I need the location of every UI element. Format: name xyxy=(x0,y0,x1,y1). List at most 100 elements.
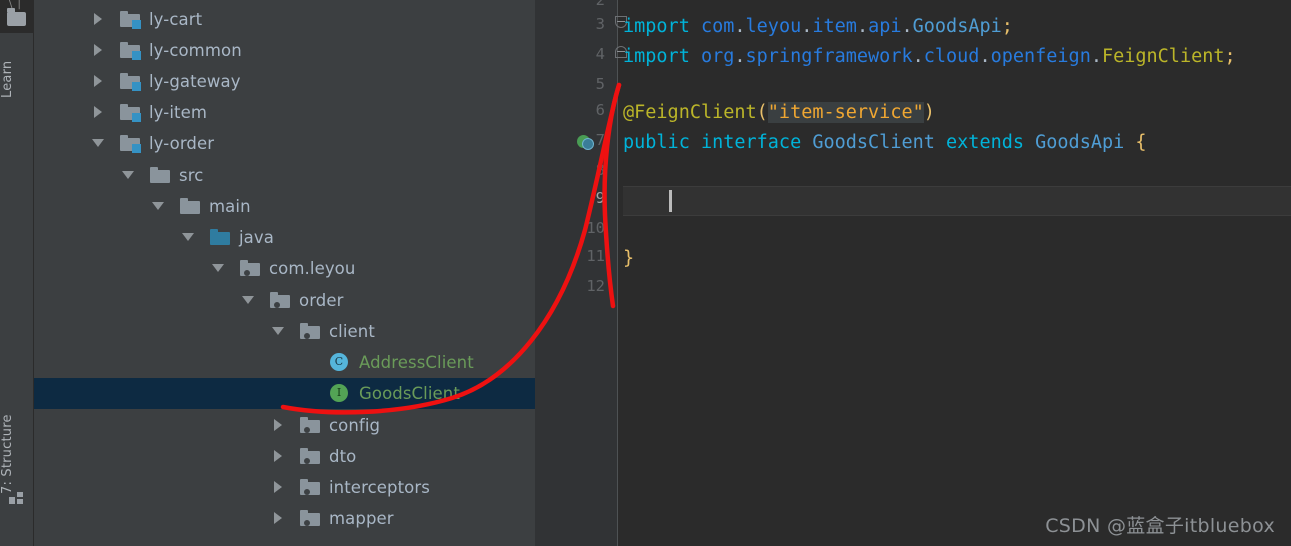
current-line-highlight xyxy=(623,186,1291,216)
folder-icon xyxy=(180,198,200,214)
code-token: } xyxy=(623,248,635,269)
code-token: leyou xyxy=(745,16,802,37)
tree-row-client[interactable]: client xyxy=(34,316,535,347)
code-token: api xyxy=(868,16,902,37)
tree-row-label: src xyxy=(179,166,204,185)
tree-row-order[interactable]: order xyxy=(34,285,535,316)
tree-row-label: order xyxy=(299,291,344,310)
code-line: public interface GoodsClient extends Goo… xyxy=(623,128,1291,158)
source-root-folder-icon xyxy=(210,229,230,245)
line-number: 6 xyxy=(595,101,605,119)
ide-window: \ | Learn 7: Structure ly-cart ly-common l… xyxy=(0,0,1291,546)
tree-row-ly-gateway[interactable]: ly-gateway xyxy=(34,66,535,97)
tree-row-label: interceptors xyxy=(329,478,430,497)
structure-blocks-icon xyxy=(9,492,24,505)
code-token: import xyxy=(623,46,690,67)
tree-row-ly-item[interactable]: ly-item xyxy=(34,97,535,128)
code-token: { xyxy=(1135,132,1147,153)
code-token: . xyxy=(734,16,746,37)
tree-row-main[interactable]: main xyxy=(34,191,535,222)
text-caret xyxy=(669,190,672,212)
left-tool-strip: \ | Learn 7: Structure xyxy=(0,0,34,546)
tree-row-interceptors[interactable]: interceptors xyxy=(34,472,535,503)
chevron-down-icon[interactable] xyxy=(272,327,284,335)
code-token: cloud xyxy=(923,46,980,67)
structure-tab-label: 7: Structure xyxy=(0,414,15,494)
project-tree-panel[interactable]: ly-cart ly-common ly-gateway ly-item ly-orde… xyxy=(34,0,535,546)
editor-gutter[interactable]: 2 3 4 5 6 7 8 9 10 11 12 xyxy=(535,0,627,546)
line-number: 7 xyxy=(595,131,605,149)
chevron-right-icon[interactable] xyxy=(94,75,102,87)
chevron-right-icon[interactable] xyxy=(274,419,282,431)
chevron-down-icon[interactable] xyxy=(212,264,224,272)
code-token: . xyxy=(801,16,813,37)
tree-row-dto[interactable]: dto xyxy=(34,441,535,472)
chevron-down-icon[interactable] xyxy=(92,139,104,147)
tree-row-ly-common[interactable]: ly-common xyxy=(34,35,535,66)
tree-row-label: com.leyou xyxy=(269,259,356,278)
code-token: . xyxy=(901,16,913,37)
code-token: openfeign xyxy=(990,46,1091,67)
tree-row-java[interactable]: java xyxy=(34,222,535,253)
chevron-right-icon[interactable] xyxy=(274,450,282,462)
package-folder-icon xyxy=(240,260,260,276)
line-number: 8 xyxy=(595,161,605,179)
package-folder-icon xyxy=(300,479,320,495)
chevron-right-icon[interactable] xyxy=(94,44,102,56)
code-token: item xyxy=(812,16,857,37)
chevron-down-icon[interactable] xyxy=(122,171,134,179)
tree-row-label: main xyxy=(209,197,251,216)
code-token: "item-service" xyxy=(767,102,924,123)
sidebar-item-learn[interactable]: Learn xyxy=(0,46,33,136)
line-number: 10 xyxy=(586,219,605,237)
project-tool-button[interactable]: \ | xyxy=(0,0,33,33)
tree-row-label: ly-common xyxy=(149,41,242,60)
tree-row-label: dto xyxy=(329,447,357,466)
line-number: 11 xyxy=(586,247,605,265)
code-editor[interactable]: 2 3 4 5 6 7 8 9 10 11 12 import com.leyou.item.api… xyxy=(535,0,1291,546)
code-token: ; xyxy=(1224,46,1236,67)
package-folder-icon xyxy=(300,510,320,526)
code-token: public xyxy=(623,132,690,153)
tree-row-ly-order[interactable]: ly-order xyxy=(34,128,535,159)
line-number: 9 xyxy=(595,189,605,207)
code-token: springframework xyxy=(745,46,913,67)
tree-row-src[interactable]: src xyxy=(34,160,535,191)
code-text-area[interactable]: import com.leyou.item.api.GoodsApi; impor… xyxy=(623,0,1291,546)
line-number: 4 xyxy=(595,45,605,63)
chevron-right-icon[interactable] xyxy=(274,512,282,524)
tree-row-com-leyou[interactable]: com.leyou xyxy=(34,253,535,284)
code-line: import com.leyou.item.api.GoodsApi; xyxy=(623,12,1291,42)
code-token: @FeignClient xyxy=(623,102,757,123)
code-line: } xyxy=(623,244,1291,274)
chevron-down-icon[interactable] xyxy=(242,296,254,304)
code-token: GoodsApi xyxy=(1035,132,1125,153)
chevron-right-icon[interactable] xyxy=(274,481,282,493)
tree-row-mapper[interactable]: mapper xyxy=(34,503,535,534)
module-folder-icon xyxy=(120,104,141,122)
chevron-right-icon[interactable] xyxy=(94,106,102,118)
code-token: interface xyxy=(700,132,802,153)
tree-row-label: java xyxy=(239,228,274,247)
tree-row-config[interactable]: config xyxy=(34,410,535,441)
code-token: FeignClient xyxy=(1101,46,1225,67)
chevron-down-icon[interactable] xyxy=(152,202,164,210)
implemented-method-icon[interactable] xyxy=(577,134,595,150)
tree-row-label: ly-gateway xyxy=(149,72,241,91)
code-token: org xyxy=(700,46,735,67)
chevron-right-icon[interactable] xyxy=(94,13,102,25)
tree-row-label: ly-order xyxy=(149,134,215,153)
tree-row-label: GoodsClient xyxy=(359,384,460,403)
tree-row-goodsclient[interactable]: I GoodsClient xyxy=(34,378,535,409)
package-folder-icon xyxy=(300,323,320,339)
interface-icon: I xyxy=(330,384,348,402)
chevron-down-icon[interactable] xyxy=(182,233,194,241)
tree-row-addressclient[interactable]: C AddressClient xyxy=(34,347,535,378)
package-folder-icon xyxy=(270,292,290,308)
tree-row-ly-cart[interactable]: ly-cart xyxy=(34,4,535,35)
code-token: . xyxy=(734,46,746,67)
